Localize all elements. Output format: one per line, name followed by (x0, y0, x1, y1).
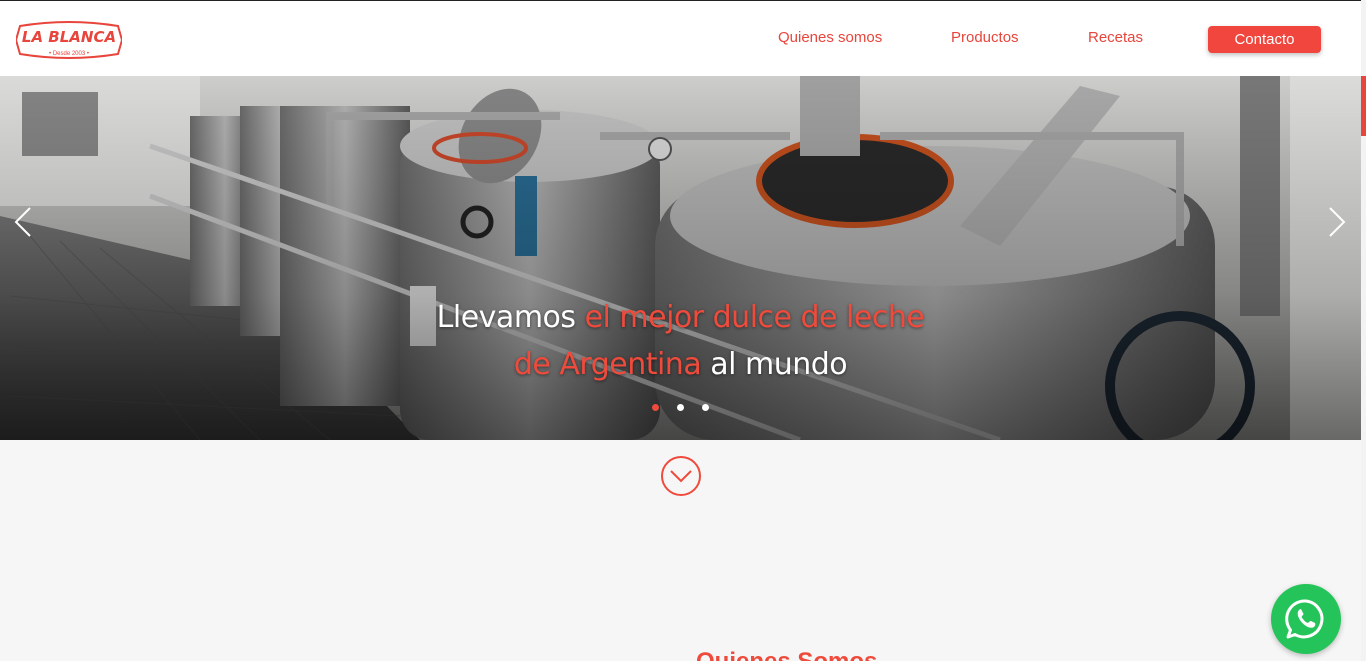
brand-logo[interactable]: LA BLANCA • Desde 2003 • (16, 20, 122, 60)
chevron-left-icon[interactable] (12, 206, 36, 238)
hero-title-part1: Llevamos (436, 300, 585, 335)
whatsapp-button[interactable] (1271, 584, 1341, 654)
brand-name: LA BLANCA (22, 28, 116, 46)
section-heading: Quienes Somos (696, 648, 877, 661)
nav-item-recetas[interactable]: Recetas (1088, 29, 1143, 46)
hero-title-accent2: de Argentina (513, 347, 702, 382)
hero-title: Llevamos el mejor dulce de leche de Arge… (0, 294, 1361, 388)
nav-item-quienes-somos[interactable]: Quienes somos (778, 29, 882, 46)
slider-dot-3[interactable] (702, 404, 709, 411)
site-header: LA BLANCA • Desde 2003 • Quienes somos P… (0, 0, 1366, 76)
hero-title-part2: al mundo (701, 347, 848, 382)
slider-dot-2[interactable] (677, 404, 684, 411)
contact-button[interactable]: Contacto (1208, 26, 1321, 53)
hero-slider: Llevamos el mejor dulce de leche de Arge… (0, 76, 1361, 440)
scrollbar-thumb[interactable] (1361, 76, 1366, 136)
chevron-down-circle-icon[interactable] (660, 455, 702, 497)
chevron-right-icon[interactable] (1324, 206, 1348, 238)
whatsapp-icon (1285, 599, 1324, 639)
page-scrollbar[interactable] (1361, 0, 1366, 661)
hero-title-accent1: el mejor dulce de leche (584, 300, 925, 335)
slider-dot-1[interactable] (652, 404, 659, 411)
nav-item-productos[interactable]: Productos (951, 29, 1019, 46)
brand-tagline: • Desde 2003 • (49, 51, 89, 57)
